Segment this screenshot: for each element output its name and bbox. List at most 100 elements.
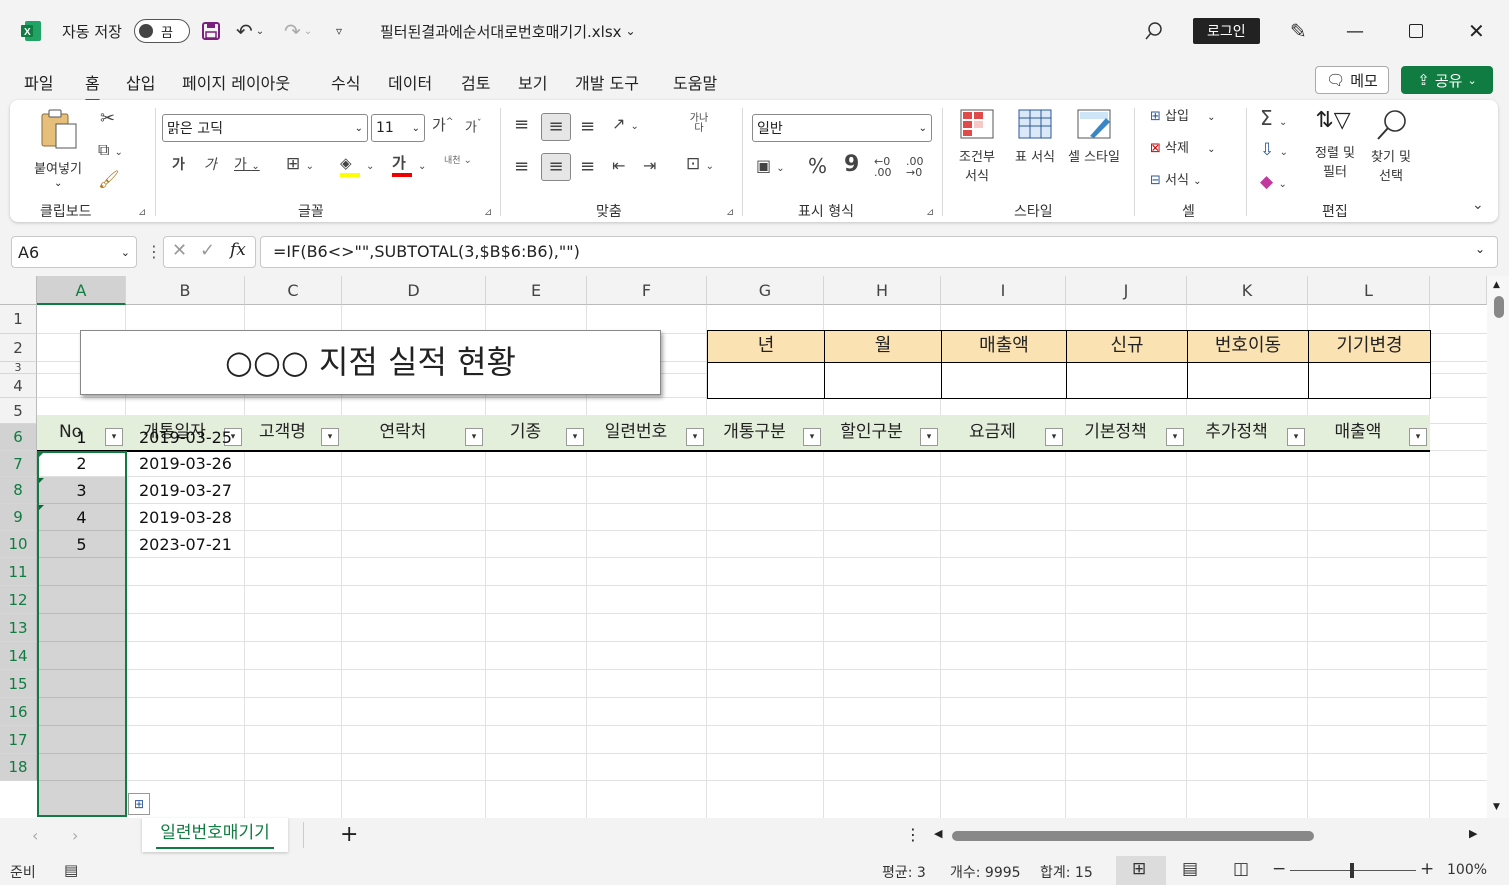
row-header-7[interactable]: 7 — [0, 451, 37, 477]
row-header-16[interactable]: 16 — [0, 698, 37, 726]
vertical-scrollbar[interactable]: ▲ ▼ — [1487, 276, 1509, 818]
table-header-cell[interactable]: 일련번호 — [587, 415, 685, 451]
row-header-8[interactable]: 8 — [0, 477, 37, 504]
paste-button[interactable]: 붙여넣기 ⌄ — [28, 108, 84, 189]
row-header-1[interactable]: 1 — [0, 305, 37, 334]
filter-dropdown-icon[interactable]: ▾ — [465, 428, 483, 446]
memo-button[interactable]: 🗨 메모 — [1315, 66, 1389, 94]
row-header-9[interactable]: 9 — [0, 504, 37, 531]
zoom-level[interactable]: 100% — [1447, 862, 1487, 878]
column-header-G[interactable]: G — [707, 276, 824, 305]
accounting-format-icon[interactable]: ▣ ⌄ — [756, 158, 785, 174]
decrease-decimal-icon[interactable]: .00 →0 — [906, 156, 924, 178]
prev-sheet-icon[interactable]: ‹ — [32, 826, 38, 845]
number-format-select[interactable]: 일반 ⌄ — [752, 114, 932, 142]
scroll-up-icon[interactable]: ▲ — [1493, 280, 1500, 290]
autosave-toggle[interactable]: 끔 — [134, 0, 190, 62]
align-center-icon[interactable]: ≡ — [541, 153, 571, 181]
cell-date[interactable]: 2023-07-21 — [126, 531, 245, 558]
filter-dropdown-icon[interactable]: ▾ — [1287, 428, 1305, 446]
filter-dropdown-icon[interactable]: ▾ — [1045, 428, 1063, 446]
delete-cells-button[interactable]: ⊠ 삭제 ⌄ — [1150, 142, 1216, 155]
grow-font-icon[interactable]: 가^ — [432, 118, 453, 133]
more-options-icon[interactable]: ⋮ — [905, 825, 921, 844]
column-header-K[interactable]: K — [1187, 276, 1308, 305]
table-header-cell[interactable]: 매출액 — [1308, 415, 1408, 451]
designer-icon[interactable]: ✎ — [1290, 0, 1307, 62]
status-count[interactable]: 개수: 9995 — [950, 862, 1021, 882]
align-right-icon[interactable]: ≡ — [580, 158, 595, 176]
insert-function-icon[interactable]: fx — [230, 240, 246, 260]
login-button[interactable]: 로그인 — [1193, 0, 1260, 62]
page-layout-view-icon[interactable]: ▤ — [1182, 859, 1198, 879]
row-header-4[interactable]: 4 — [0, 374, 37, 398]
tab-insert[interactable]: 삽입 — [126, 70, 155, 94]
comma-icon[interactable]: 9 — [844, 154, 859, 176]
sheet-title[interactable]: ○○○ 지점 실적 현황 — [80, 330, 661, 395]
redo-icon[interactable]: ↷ ⌄ — [284, 0, 312, 62]
table-header-cell[interactable]: 개통구분 — [707, 415, 802, 451]
format-as-table-button[interactable]: 표 서식 — [1010, 108, 1060, 198]
sheet-tab-active[interactable]: 일련번호매기기 — [142, 818, 288, 852]
cell-no[interactable]: 1 — [37, 424, 126, 451]
filter-dropdown-icon[interactable]: ▾ — [920, 428, 938, 446]
autosum-icon[interactable]: Σ ⌄ — [1260, 108, 1287, 128]
column-header-A[interactable]: A — [37, 276, 126, 305]
column-header-D[interactable]: D — [342, 276, 486, 305]
cell-styles-button[interactable]: 셀 스타일 — [1066, 108, 1122, 198]
next-sheet-icon[interactable]: › — [72, 826, 78, 845]
filter-dropdown-icon[interactable]: ▾ — [566, 428, 584, 446]
decrease-indent-icon[interactable]: ⇤ — [612, 158, 625, 174]
increase-decimal-icon[interactable]: ←0.00 — [874, 156, 892, 178]
summary-header[interactable]: 신규 — [1066, 330, 1188, 363]
borders-icon[interactable]: ⊞ ⌄ — [286, 156, 314, 173]
quick-analysis-icon[interactable]: ⊞ — [128, 793, 150, 815]
column-header-J[interactable]: J — [1066, 276, 1187, 305]
table-header-cell[interactable]: 연락처 — [342, 415, 464, 451]
align-left-icon[interactable]: ≡ — [514, 158, 529, 176]
tab-developer[interactable]: 개발 도구 — [575, 70, 639, 94]
cancel-icon[interactable]: ✕ — [172, 240, 187, 261]
dialog-launcher-icon[interactable]: ⊿ — [138, 207, 146, 218]
fill-color-icon[interactable]: ◈ — [340, 156, 360, 177]
cell-date[interactable]: 2019-03-28 — [126, 504, 245, 531]
page-break-view-icon[interactable]: ◫ — [1233, 859, 1249, 879]
font-color-icon[interactable]: 가 — [392, 156, 412, 177]
chevron-down-icon[interactable]: ⌄ — [418, 162, 426, 172]
row-header-2[interactable]: 2 — [0, 334, 37, 362]
column-header-H[interactable]: H — [824, 276, 941, 305]
scroll-down-icon[interactable]: ▼ — [1493, 802, 1500, 812]
customize-qat-icon[interactable]: ▿ — [336, 0, 342, 62]
cell-date[interactable]: 2019-03-27 — [126, 477, 245, 504]
orientation-icon[interactable]: ↗ ⌄ — [612, 116, 639, 132]
align-middle-icon[interactable]: ≡ — [541, 113, 571, 141]
dialog-launcher-icon[interactable]: ⊿ — [926, 207, 934, 218]
table-header-cell[interactable]: 기본정책 — [1066, 415, 1165, 451]
wrap-text-icon[interactable]: 가나다 — [686, 114, 712, 134]
worksheet-grid[interactable]: ABCDEFGHIJKL 1 2 3 4 5 6 7 8 9 10 11 12 13 14 15 16 17 18… — [0, 276, 1509, 818]
row-header-14[interactable]: 14 — [0, 642, 37, 670]
column-header-E[interactable]: E — [486, 276, 587, 305]
row-header-13[interactable]: 13 — [0, 614, 37, 642]
formula-input[interactable]: =IF(B6<>"",SUBTOTAL(3,$B$6:B6),"") ⌄ — [260, 236, 1498, 268]
file-name[interactable]: 필터된결과에순서대로번호매기기.xlsx ⌄ — [380, 0, 636, 62]
increase-indent-icon[interactable]: ⇥ — [643, 158, 656, 174]
tab-review[interactable]: 검토 — [461, 70, 490, 94]
align-bottom-icon[interactable]: ≡ — [580, 118, 595, 136]
fill-icon[interactable]: ⇩ ⌄ — [1260, 142, 1288, 159]
row-header-11[interactable]: 11 — [0, 558, 37, 586]
format-painter-icon[interactable]: 🖌 — [98, 172, 120, 189]
tab-file[interactable]: 파일 — [24, 70, 53, 94]
bold-icon[interactable]: 가 — [172, 158, 185, 172]
find-select-button[interactable]: 찾기 및 선택 — [1364, 108, 1418, 198]
font-name-select[interactable]: 맑은 고딕 ⌄ — [162, 114, 368, 142]
percent-icon[interactable]: % — [808, 156, 827, 176]
cut-icon[interactable]: ✂ — [100, 110, 115, 128]
row-header-3[interactable]: 3 — [0, 362, 37, 374]
vertical-scroll-thumb[interactable] — [1494, 296, 1504, 318]
tab-data[interactable]: 데이터 — [388, 70, 432, 94]
tab-formulas[interactable]: 수식 — [331, 70, 360, 94]
column-header-L[interactable]: L — [1308, 276, 1430, 305]
tab-help[interactable]: 도움말 — [673, 70, 717, 94]
save-icon[interactable] — [201, 0, 221, 62]
